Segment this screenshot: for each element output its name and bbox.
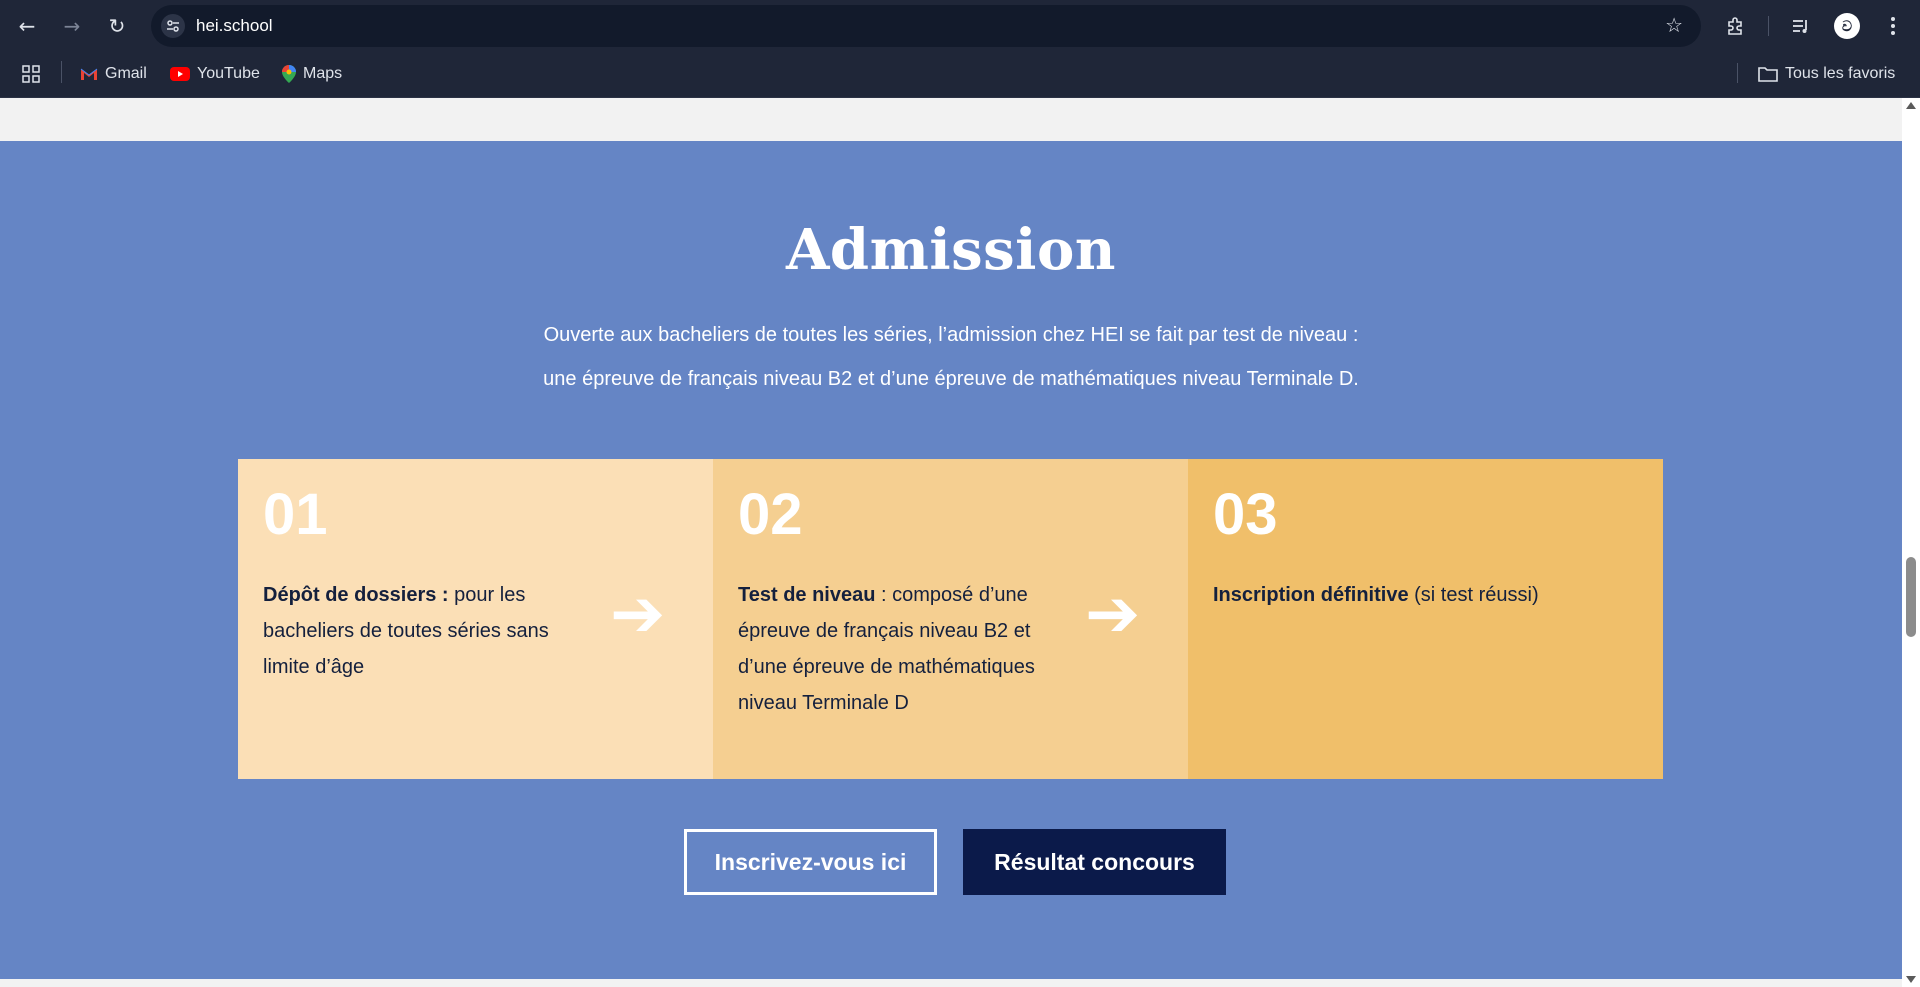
- scrollbar-thumb[interactable]: [1906, 557, 1916, 637]
- step-card-1: 01 Dépôt de dossiers : pour les bachelie…: [238, 459, 713, 779]
- step-heading: Test de niveau: [738, 584, 876, 606]
- page-scrollbar[interactable]: [1902, 98, 1920, 987]
- profile-avatar[interactable]: ව: [1834, 13, 1860, 39]
- register-button[interactable]: Inscrivez-vous ici: [684, 829, 937, 895]
- admission-intro-line-1: Ouverte aux bacheliers de toutes les sér…: [543, 324, 1359, 346]
- step-description: Test de niveau : composé d’une épreuve d…: [738, 577, 1068, 721]
- menu-icon[interactable]: [1878, 11, 1908, 41]
- step-description: Dépôt de dossiers : pour les bacheliers …: [263, 577, 593, 685]
- step-heading: Dépôt de dossiers :: [263, 584, 449, 606]
- admission-title: Admission: [785, 217, 1117, 283]
- step-heading: Inscription définitive: [1213, 584, 1409, 606]
- extensions-icon[interactable]: [1720, 11, 1750, 41]
- maps-pin-icon: [282, 65, 296, 83]
- step-card-3: 03 Inscription définitive (si test réuss…: [1188, 459, 1663, 779]
- back-icon[interactable]: ←: [12, 11, 42, 41]
- exam-results-button[interactable]: Résultat concours: [963, 829, 1226, 895]
- admission-steps: 01 Dépôt de dossiers : pour les bachelie…: [238, 459, 1663, 779]
- step-detail: (si test réussi): [1408, 584, 1539, 606]
- all-bookmarks-label: Tous les favoris: [1785, 65, 1896, 82]
- site-settings-icon[interactable]: [161, 14, 185, 38]
- folder-icon: [1758, 67, 1778, 82]
- address-bar[interactable]: hei.school ☆: [151, 5, 1701, 47]
- arrow-right-icon: ➔: [1085, 575, 1141, 652]
- reload-icon[interactable]: ↻: [102, 11, 132, 41]
- media-controls-icon[interactable]: [1786, 11, 1816, 41]
- forward-icon[interactable]: →: [57, 11, 87, 41]
- url-text[interactable]: hei.school: [196, 16, 273, 36]
- admission-section: Admission Ouverte aux bacheliers de tout…: [0, 141, 1902, 979]
- page-content: Admission Ouverte aux bacheliers de tout…: [0, 98, 1902, 987]
- scroll-down-arrow-icon[interactable]: [1906, 976, 1916, 983]
- arrow-right-icon: ➔: [610, 575, 666, 652]
- step-number: 03: [1213, 482, 1278, 547]
- bookmark-label: Maps: [303, 65, 343, 82]
- bookmarks-divider: [61, 61, 62, 83]
- bookmark-youtube[interactable]: YouTube: [170, 61, 260, 87]
- youtube-icon: [170, 67, 190, 81]
- admission-intro-line-2: une épreuve de français niveau B2 et d’u…: [543, 368, 1359, 390]
- bookmark-label: YouTube: [197, 65, 260, 82]
- bookmarks-separator: [1737, 63, 1738, 83]
- bookmark-maps[interactable]: Maps: [282, 61, 342, 87]
- bookmark-label: Gmail: [105, 65, 147, 82]
- bookmark-gmail[interactable]: Gmail: [80, 61, 147, 87]
- gmail-icon: [80, 68, 98, 80]
- bookmark-star-icon[interactable]: ☆: [1665, 13, 1683, 37]
- browser-toolbar: ← → ↻ hei.school ☆ ව: [0, 0, 1920, 51]
- bookmarks-bar: Gmail YouTube Maps Tous les favoris: [0, 51, 1920, 98]
- scroll-up-arrow-icon[interactable]: [1906, 102, 1916, 109]
- toolbar-separator: [1768, 16, 1769, 36]
- step-number: 01: [263, 482, 328, 547]
- apps-grid-icon[interactable]: [22, 65, 42, 85]
- step-card-2: 02 Test de niveau : composé d’une épreuv…: [713, 459, 1188, 779]
- step-number: 02: [738, 482, 803, 547]
- all-bookmarks-folder[interactable]: Tous les favoris: [1758, 61, 1895, 87]
- step-description: Inscription définitive (si test réussi): [1213, 577, 1633, 613]
